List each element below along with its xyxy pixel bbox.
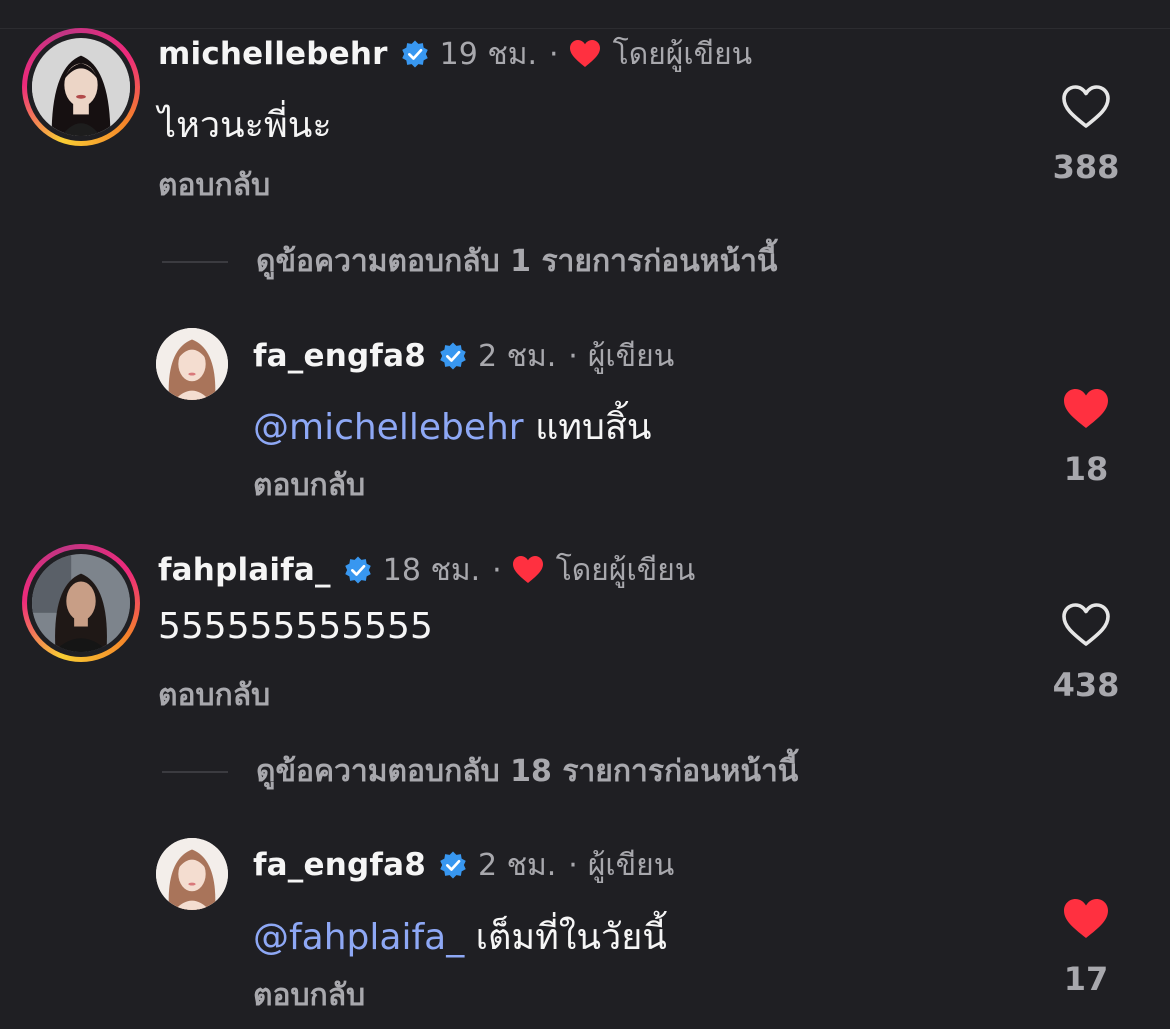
heart-outline-icon[interactable] [1061,84,1111,130]
top-divider [0,28,1170,29]
avatar-fa_engfa8[interactable] [156,328,228,400]
username[interactable]: fa_engfa8 [253,338,426,374]
like-count: 18 [1063,450,1109,488]
verified-badge-icon [440,851,466,879]
reply-text: @fahplaifa_ เต็มที่ในวัยนี้ [253,908,667,965]
heart-filled-icon[interactable] [1061,896,1111,942]
avatar-story-ring[interactable] [22,544,140,662]
divider-line [162,260,228,263]
separator-dot: · [568,338,578,374]
view-replies-button[interactable]: ดูข้อความตอบกลับ 1 รายการก่อนหน้านี้ [162,238,777,285]
mention-link[interactable]: @fahplaifa_ [253,917,464,958]
heart-filled-icon [569,40,600,67]
like-count: 388 [1052,148,1120,186]
view-replies-label: ดูข้อความตอบกลับ 18 รายการก่อนหน้านี้ [256,754,799,789]
reply-text: @michellebehr แทบสิ้น [253,398,651,455]
avatar-fahplaifa_ [32,554,130,652]
like-column: 18 [1041,386,1131,488]
heart-filled-icon[interactable] [1061,386,1111,432]
view-replies-button[interactable]: ดูข้อความตอบกลับ 18 รายการก่อนหน้านี้ [162,748,798,795]
username[interactable]: fahplaifa_ [158,552,331,588]
timestamp: 2 ชม. [477,338,557,374]
comment-header: michellebehr 19 ชม. · โดยผู้เขียน [158,32,752,76]
view-replies-label: ดูข้อความตอบกลับ 1 รายการก่อนหน้านี้ [256,244,778,279]
like-count: 17 [1063,960,1109,998]
timestamp: 18 ชม. [382,552,481,588]
avatar-fa_engfa8[interactable] [156,838,228,910]
divider-line [162,770,228,773]
like-column: 438 [1041,602,1131,704]
verified-badge-icon [345,556,371,584]
author-label: ผู้เขียน [587,338,675,374]
comment-text: 555555555555 [158,606,433,647]
reply-message: แทบสิ้น [535,407,652,448]
author-label: ผู้เขียน [587,847,675,883]
like-column: 388 [1041,84,1131,186]
reply-message: เต็มที่ในวัยนี้ [475,917,667,958]
verified-badge-icon [401,40,428,68]
reply-button[interactable]: ตอบกลับ [253,972,365,1019]
avatar-michellebehr [32,38,130,136]
heart-outline-icon[interactable] [1061,602,1111,648]
reply-header: fa_engfa8 2 ชม. · ผู้เขียน [253,334,674,378]
liked-by-author-label: โดยผู้เขียน [555,552,696,588]
username[interactable]: fa_engfa8 [253,847,426,883]
avatar-story-ring[interactable] [22,28,140,146]
heart-filled-icon [512,556,543,583]
reply-button[interactable]: ตอบกลับ [253,462,365,509]
liked-by-author-label: โดยผู้เขียน [612,36,753,72]
username[interactable]: michellebehr [158,36,388,72]
timestamp: 2 ชม. [477,847,557,883]
comment-text: ไหวนะพี่นะ [158,105,332,146]
separator-dot: · [568,847,578,883]
like-column: 17 [1041,896,1131,998]
like-count: 438 [1052,666,1120,704]
comment-header: fahplaifa_ 18 ชม. · โดยผู้เขียน [158,548,695,592]
separator-dot: · [492,552,502,588]
verified-badge-icon [440,342,466,370]
reply-button[interactable]: ตอบกลับ [158,672,270,719]
separator-dot: · [549,36,559,72]
mention-link[interactable]: @michellebehr [253,407,524,448]
reply-button[interactable]: ตอบกลับ [158,162,270,209]
reply-header: fa_engfa8 2 ชม. · ผู้เขียน [253,843,674,887]
timestamp: 19 ชม. [439,36,538,72]
